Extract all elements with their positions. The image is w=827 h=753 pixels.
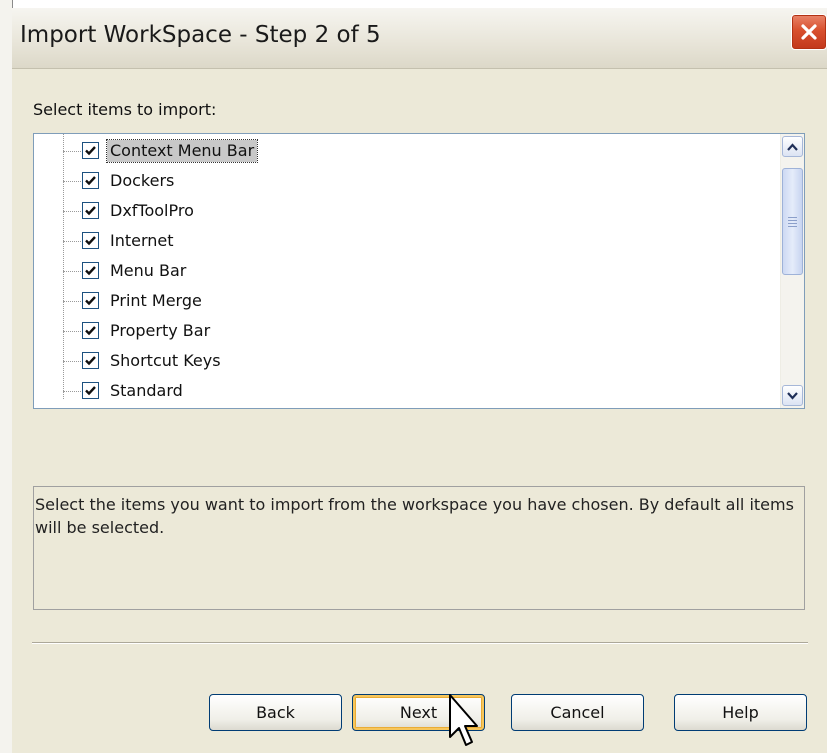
checkbox-context-menu-bar[interactable] [82, 142, 99, 159]
tree-item-shortcut-keys[interactable]: Shortcut Keys [34, 347, 764, 377]
background-window-edge-top [0, 0, 827, 8]
tree-item-label[interactable]: Context Menu Bar [105, 139, 259, 163]
checkbox-dockers[interactable] [82, 172, 99, 189]
checkmark-icon [85, 266, 96, 276]
checkbox-dxftoolpro[interactable] [82, 202, 99, 219]
checkbox-shortcut-keys[interactable] [82, 352, 99, 369]
tree-item-label[interactable]: Internet [107, 230, 177, 252]
checkmark-icon [85, 236, 96, 246]
scroll-thumb[interactable] [782, 168, 803, 275]
checkmark-icon [85, 206, 96, 216]
import-workspace-dialog: Import WorkSpace - Step 2 of 5 Select it… [12, 8, 827, 753]
checkmark-icon [85, 386, 96, 396]
checkbox-menu-bar[interactable] [82, 262, 99, 279]
close-button[interactable] [791, 14, 827, 50]
tree-connector [63, 241, 81, 242]
chevron-down-icon [787, 391, 798, 400]
tree-item-standard[interactable]: Standard [34, 377, 764, 407]
checkmark-icon [85, 356, 96, 366]
help-button[interactable]: Help [674, 694, 807, 731]
tree-connector [63, 211, 81, 212]
tree-item-label[interactable]: Menu Bar [107, 260, 189, 282]
title-bar[interactable]: Import WorkSpace - Step 2 of 5 [12, 8, 827, 69]
checkmark-icon [85, 146, 96, 156]
tree-connector [63, 301, 81, 302]
tree-item-internet[interactable]: Internet [34, 227, 764, 257]
tree-connector [63, 271, 81, 272]
tree-item-label[interactable]: Print Merge [107, 290, 205, 312]
tree-item-menu-bar[interactable]: Menu Bar [34, 257, 764, 287]
checkbox-internet[interactable] [82, 232, 99, 249]
tree-connector [63, 331, 81, 332]
tree-item-dxftoolpro[interactable]: DxfToolPro [34, 197, 764, 227]
divider [32, 642, 808, 644]
scroll-down-button[interactable] [782, 385, 803, 406]
tree-item-label[interactable]: Property Bar [107, 320, 213, 342]
import-items-label: Select items to import: [33, 100, 217, 119]
cancel-button[interactable]: Cancel [511, 694, 644, 731]
tree-item-label[interactable]: Shortcut Keys [107, 350, 224, 372]
window-title: Import WorkSpace - Step 2 of 5 [20, 22, 381, 48]
checkmark-icon [85, 176, 96, 186]
checkbox-print-merge[interactable] [82, 292, 99, 309]
mouse-cursor-icon [449, 694, 478, 746]
tree-item-label[interactable]: DxfToolPro [107, 200, 197, 222]
grip-icon [788, 215, 797, 229]
tree-item-context-menu-bar[interactable]: Context Menu Bar [34, 137, 764, 167]
tree-item-label[interactable]: Standard [107, 380, 186, 402]
tree-connector [63, 181, 81, 182]
chevron-up-icon [787, 142, 798, 151]
tree-connector [63, 391, 81, 392]
tree-connector [63, 361, 81, 362]
tree-item-label[interactable]: Dockers [107, 170, 177, 192]
checkbox-standard[interactable] [82, 382, 99, 399]
tree-item-dockers[interactable]: Dockers [34, 167, 764, 197]
back-button[interactable]: Back [209, 694, 342, 731]
tree-connector [63, 151, 81, 152]
checkmark-icon [85, 326, 96, 336]
vertical-scrollbar[interactable] [780, 134, 804, 408]
tree-item-property-bar[interactable]: Property Bar [34, 317, 764, 347]
description-panel: Select the items you want to import from… [33, 486, 805, 610]
tree-item-print-merge[interactable]: Print Merge [34, 287, 764, 317]
checkbox-property-bar[interactable] [82, 322, 99, 339]
close-icon [801, 24, 817, 40]
scroll-up-button[interactable] [782, 136, 803, 157]
import-items-tree[interactable]: Context Menu Bar Dockers DxfToolPro Inte… [33, 133, 805, 409]
checkmark-icon [85, 296, 96, 306]
